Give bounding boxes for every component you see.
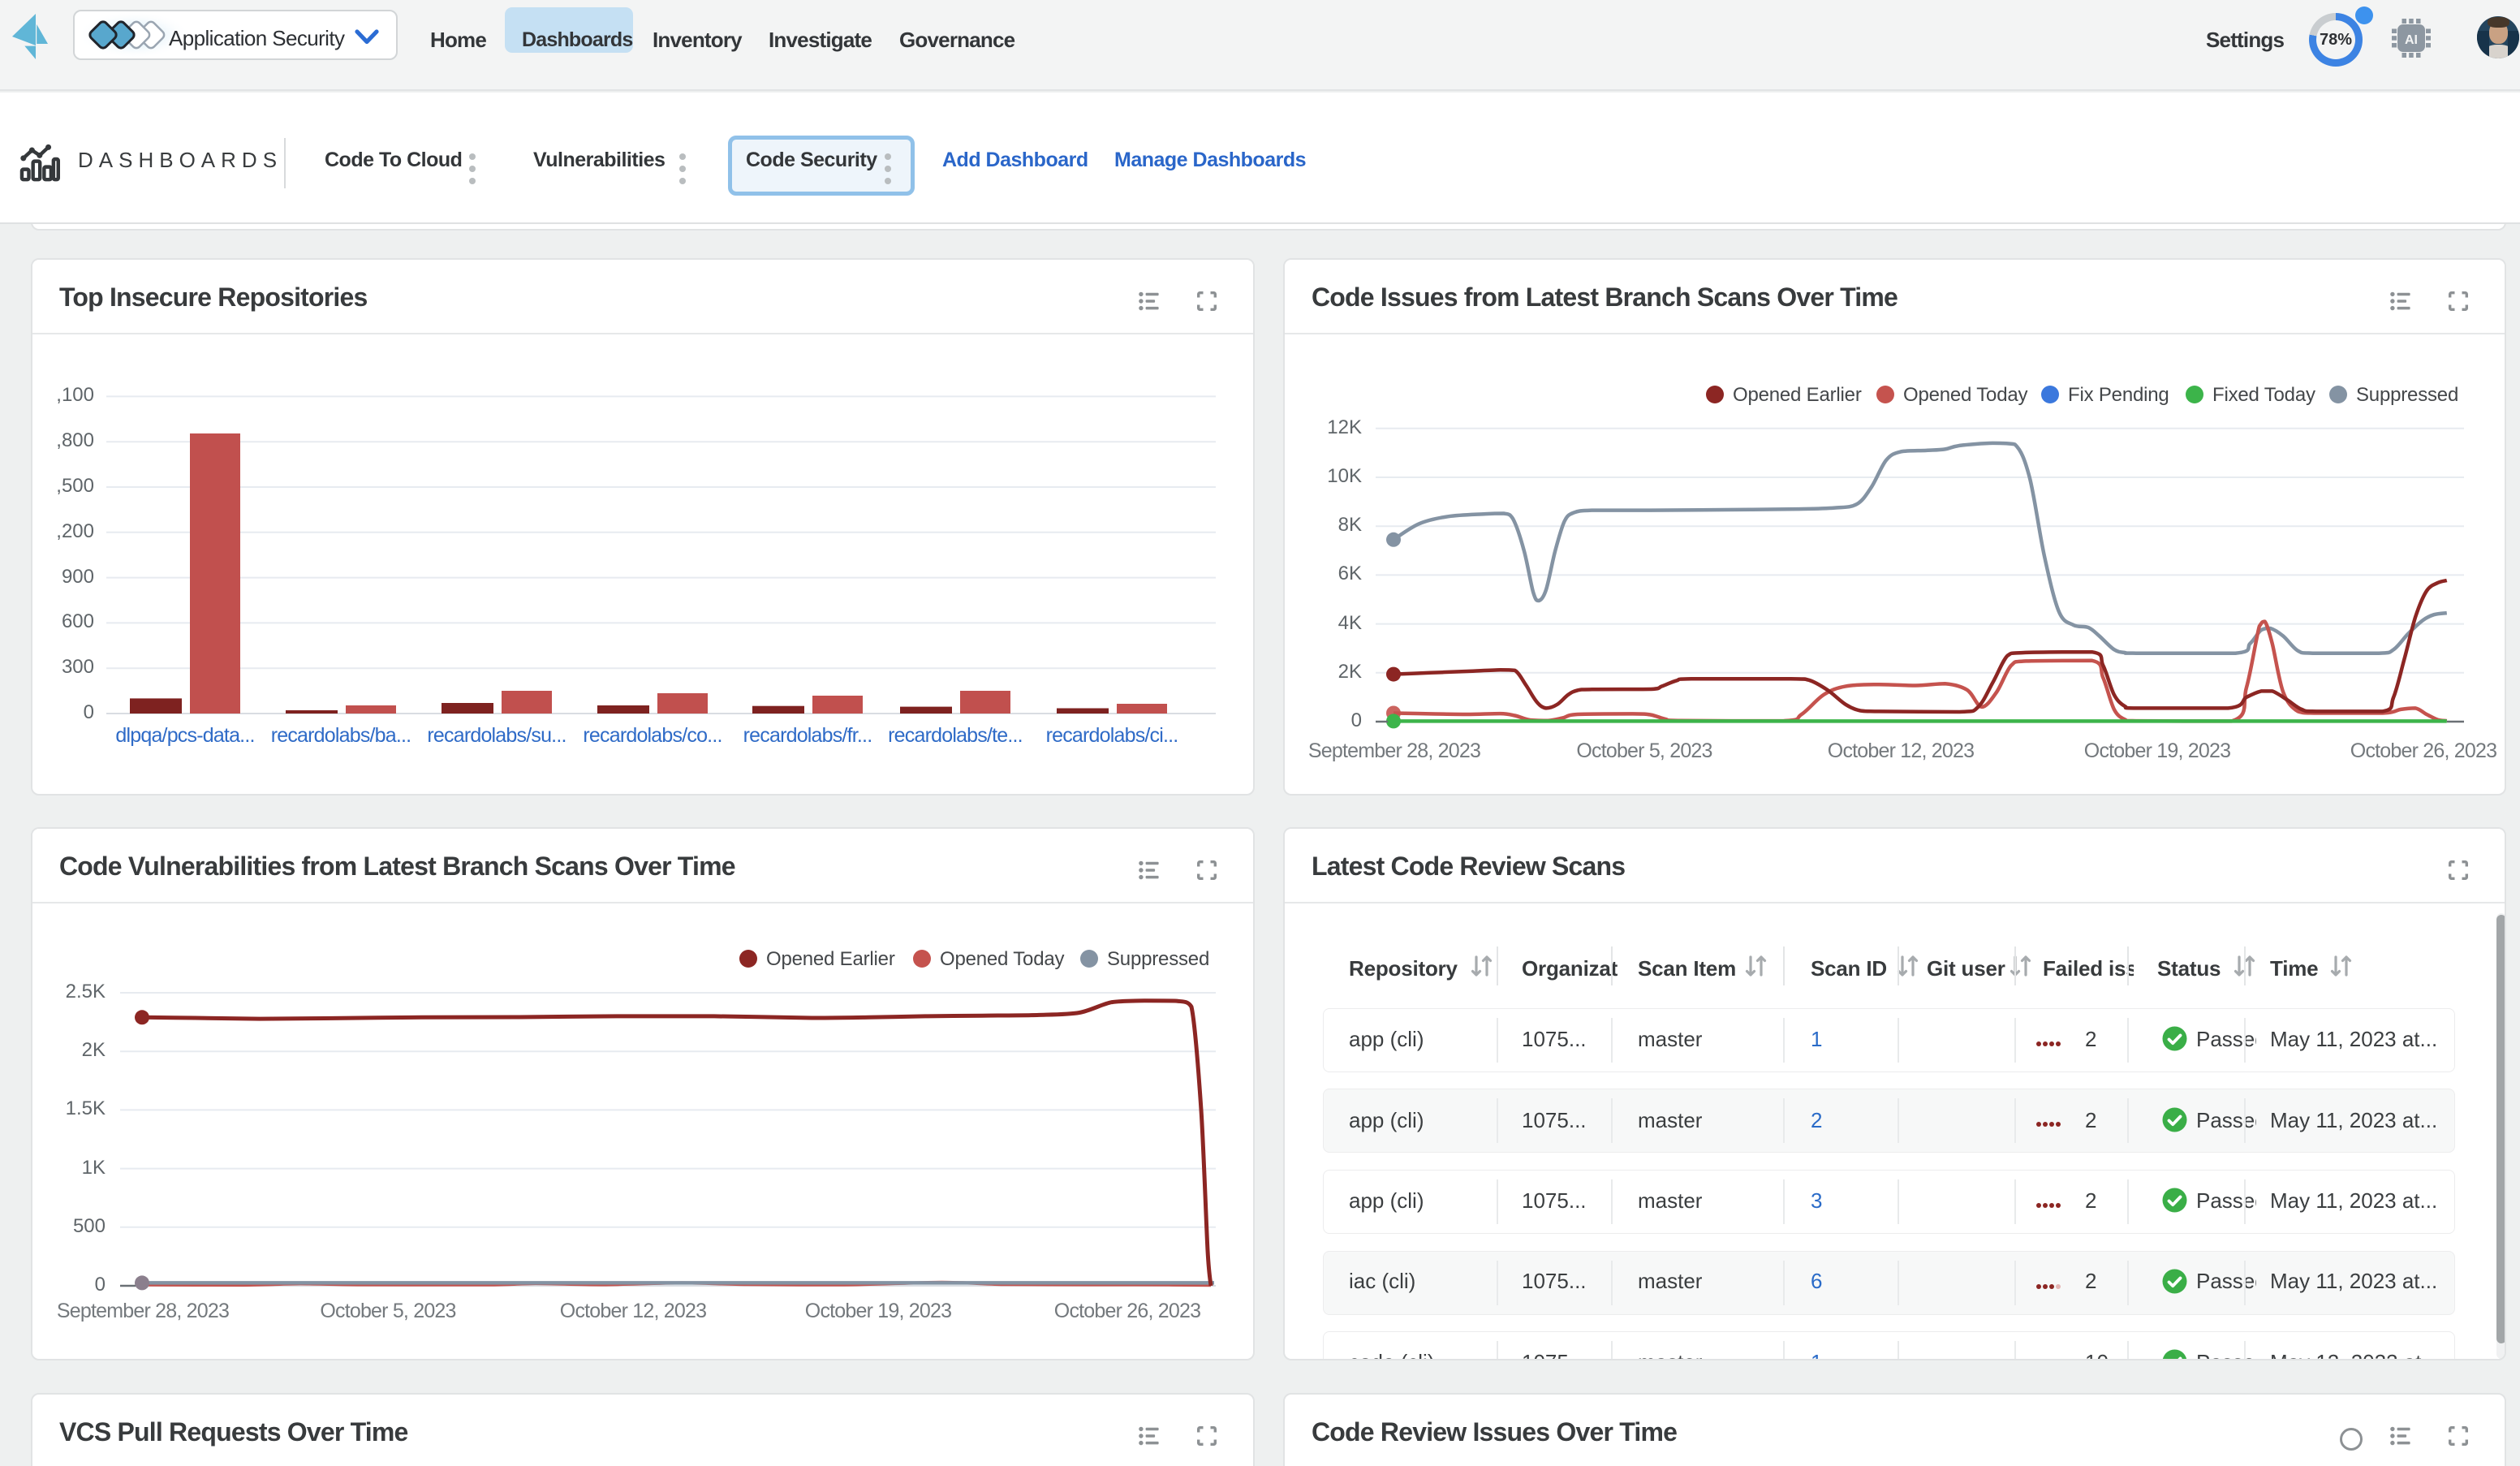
svg-text:AI: AI (2405, 33, 2418, 47)
